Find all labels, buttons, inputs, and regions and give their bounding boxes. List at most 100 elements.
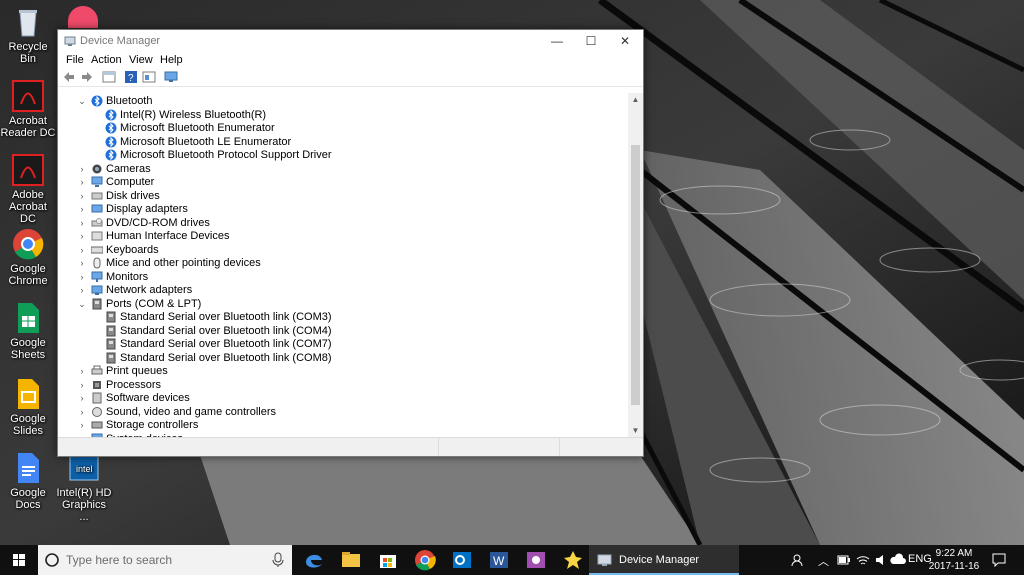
device-category-label: Sound, video and game controllers [106, 406, 276, 418]
desktop-icon-adobe-acrobat[interactable]: Adobe Acrobat DC [0, 154, 56, 225]
show-hidden-icons-chevron-icon[interactable]: ︿ [818, 553, 829, 569]
chrome-taskbar-icon[interactable] [413, 548, 437, 572]
microphone-icon[interactable] [272, 552, 284, 568]
battery-icon[interactable] [837, 554, 851, 566]
scan-hardware-icon[interactable] [164, 70, 178, 84]
menu-bar: File Action View Help [58, 52, 643, 68]
keyboard-icon [91, 246, 103, 254]
expand-chevron-icon[interactable]: › [77, 406, 87, 419]
scroll-down-icon[interactable]: ▼ [628, 424, 643, 438]
search-placeholder: Type here to search [66, 553, 173, 567]
desktop-icon-label: Google Sheets [10, 337, 46, 361]
expand-chevron-icon[interactable]: › [77, 203, 87, 216]
onenote-icon[interactable] [524, 548, 548, 572]
expand-chevron-icon[interactable]: › [77, 392, 87, 405]
device-category-label: Human Interface Devices [106, 230, 230, 242]
word-icon[interactable]: W [487, 548, 511, 572]
help-icon[interactable]: ? [124, 70, 138, 84]
desktop-icon-label: Google Chrome [8, 263, 48, 287]
expand-chevron-icon[interactable]: › [77, 217, 87, 230]
title-bar[interactable]: Device Manager — ☐ ✕ [58, 30, 643, 52]
itunes-icon[interactable] [68, 6, 98, 28]
action-center-icon[interactable] [992, 553, 1006, 567]
device-item-label: Microsoft Bluetooth LE Enumerator [120, 136, 292, 148]
svg-text:intel: intel [76, 464, 93, 474]
device-category-label: Monitors [106, 271, 149, 283]
port-icon [106, 311, 116, 323]
expand-chevron-icon[interactable]: › [77, 365, 87, 378]
bluetooth-icon [105, 109, 117, 121]
file-explorer-icon[interactable] [339, 548, 363, 572]
storage-controller-icon [91, 421, 103, 429]
desktop-icon-slides[interactable]: Google Slides [0, 378, 56, 437]
onedrive-cloud-icon[interactable] [890, 553, 906, 567]
expand-chevron-icon[interactable]: › [77, 379, 87, 392]
desktop-icon-docs[interactable]: Google Docs [0, 452, 56, 511]
sticky-notes-icon[interactable] [561, 548, 585, 572]
expand-chevron-icon[interactable]: › [77, 284, 87, 297]
taskbar-device-manager-button[interactable]: Device Manager [589, 545, 739, 575]
windows-logo-icon [13, 554, 25, 566]
clock-time: 9:22 AM [935, 548, 973, 559]
desktop-icon-intel-graphics[interactable]: intel Intel(R) HD Graphics ... [56, 452, 112, 523]
software-device-icon [92, 392, 102, 404]
device-item-label: Standard Serial over Bluetooth link (COM… [120, 311, 332, 323]
camera-icon [92, 164, 102, 174]
forward-arrow-icon[interactable] [80, 70, 94, 84]
collapse-chevron-icon[interactable]: ⌄ [77, 298, 87, 311]
network-adapter-icon [91, 285, 103, 295]
expand-chevron-icon[interactable]: › [77, 230, 87, 243]
bluetooth-icon [105, 136, 117, 148]
expand-chevron-icon[interactable]: › [77, 244, 87, 257]
clock-date: 2017-11-16 [928, 561, 980, 572]
bluetooth-icon [105, 149, 117, 161]
desktop-icon-label: Intel(R) HD Graphics ... [56, 487, 112, 523]
store-icon[interactable] [376, 548, 400, 572]
expand-chevron-icon[interactable]: › [77, 419, 87, 432]
desktop-icon-recycle-bin[interactable]: Recycle Bin [0, 6, 56, 65]
menu-file[interactable]: File [66, 54, 84, 66]
processor-icon [93, 381, 101, 389]
wifi-icon[interactable] [856, 553, 870, 567]
scroll-up-icon[interactable]: ▲ [628, 93, 643, 107]
adobe-acrobat-icon [12, 154, 44, 186]
outlook-icon[interactable] [450, 548, 474, 572]
menu-action[interactable]: Action [91, 54, 122, 66]
desktop-icon-chrome[interactable]: Google Chrome [0, 228, 56, 287]
collapse-chevron-icon[interactable]: ⌄ [77, 95, 87, 108]
minimize-button[interactable]: — [540, 30, 574, 52]
menu-help[interactable]: Help [160, 54, 183, 66]
window-title: Device Manager [80, 35, 161, 47]
people-icon[interactable] [790, 553, 804, 567]
scrollbar-thumb[interactable] [631, 145, 640, 405]
start-button[interactable] [0, 545, 38, 575]
expand-chevron-icon[interactable]: › [77, 257, 87, 270]
device-tree: ⌄ Bluetooth Intel(R) Wireless Bluetooth(R)… [58, 93, 628, 438]
maximize-button[interactable]: ☐ [574, 30, 608, 52]
properties-icon[interactable] [142, 70, 156, 84]
vertical-scrollbar[interactable]: ▲ ▼ [628, 93, 643, 438]
show-hide-console-tree-icon[interactable] [102, 70, 116, 84]
desktop-icon-acrobat-reader[interactable]: Acrobat Reader DC [0, 80, 56, 139]
cortana-circle-icon [45, 553, 59, 567]
volume-icon[interactable] [874, 553, 888, 567]
desktop-icon-sheets[interactable]: Google Sheets [0, 302, 56, 361]
close-button[interactable]: ✕ [608, 30, 642, 52]
desktop-icon-label: Google Slides [10, 413, 46, 437]
expand-chevron-icon[interactable]: › [77, 271, 87, 284]
expand-chevron-icon[interactable]: › [77, 190, 87, 203]
clock[interactable]: 9:22 AM 2017-11-16 [926, 547, 982, 573]
expand-chevron-icon[interactable]: › [77, 163, 87, 176]
recycle-bin-icon [12, 6, 44, 38]
search-box[interactable]: Type here to search [38, 545, 292, 575]
taskbar-app-label: Device Manager [619, 554, 700, 566]
device-category-label: Storage controllers [106, 419, 199, 431]
device-item-label: Microsoft Bluetooth Enumerator [120, 122, 275, 134]
menu-view[interactable]: View [129, 54, 153, 66]
back-arrow-icon[interactable] [62, 70, 76, 84]
device-item-label: Intel(R) Wireless Bluetooth(R) [120, 109, 267, 121]
display-adapter-icon [91, 204, 103, 213]
status-cell [58, 438, 439, 456]
expand-chevron-icon[interactable]: › [77, 176, 87, 189]
edge-icon[interactable] [302, 548, 326, 572]
